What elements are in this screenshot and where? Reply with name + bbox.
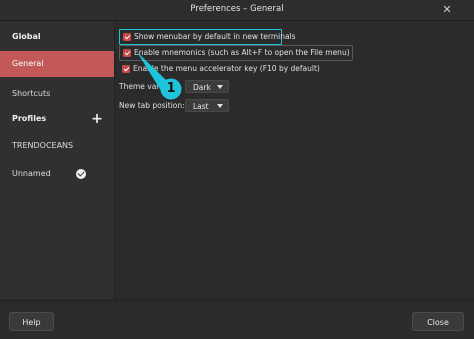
sidebar-item-profile-trendoceans[interactable]: TRENDOCEANS (0, 133, 114, 159)
show-menubar-option[interactable]: Show menubar by default in new terminals (119, 29, 296, 45)
profile-trendoceans-label: TRENDOCEANS (12, 141, 74, 150)
new-tab-position-label: New tab position: (119, 101, 185, 110)
sidebar-item-general[interactable]: General (0, 51, 114, 77)
general-settings-panel: Show menubar by default in new terminals… (115, 21, 474, 299)
sidebar-section-profiles: Profiles + (0, 106, 114, 132)
show-menubar-label: Show menubar by default in new terminals (134, 32, 296, 41)
chevron-down-icon (217, 85, 223, 89)
sidebar-section-global: Global (12, 32, 41, 41)
enable-mnemonics-label: Enable mnemonics (such as Alt+F to open … (134, 48, 350, 57)
window-close-icon[interactable]: ✕ (440, 3, 454, 17)
sidebar-item-profile-unnamed[interactable]: Unnamed (0, 161, 114, 187)
default-profile-check-icon (76, 169, 86, 179)
close-button[interactable]: Close (412, 312, 464, 331)
theme-variant-select[interactable]: Dark (185, 80, 229, 93)
profile-unnamed-label: Unnamed (12, 169, 51, 178)
callout-number: 1 (166, 81, 176, 96)
new-tab-position-select[interactable]: Last (185, 99, 229, 112)
enable-mnemonics-option[interactable]: Enable mnemonics (such as Alt+F to open … (119, 45, 353, 61)
chevron-down-icon (217, 104, 223, 108)
sidebar-item-shortcuts-label: Shortcuts (12, 89, 51, 98)
sidebar-item-shortcuts[interactable]: Shortcuts (0, 81, 114, 107)
theme-variant-value: Dark (193, 83, 211, 92)
show-menubar-checkbox[interactable] (123, 33, 131, 41)
new-tab-position-value: Last (193, 102, 209, 111)
sidebar-section-profiles-label: Profiles (12, 114, 47, 123)
sidebar: Global General Shortcuts Profiles + TREN… (0, 21, 115, 299)
sidebar-item-general-label: General (12, 59, 44, 68)
enable-accelerator-checkbox[interactable] (122, 65, 130, 73)
help-button[interactable]: Help (9, 312, 54, 331)
title-bar: Preferences – General ✕ (0, 0, 474, 21)
enable-accelerator-option[interactable]: Enable the menu accelerator key (F10 by … (119, 62, 320, 76)
dialog-footer: Help Close (0, 300, 474, 339)
window-title: Preferences – General (190, 4, 284, 14)
enable-accelerator-label: Enable the menu accelerator key (F10 by … (133, 64, 320, 73)
add-profile-icon[interactable]: + (90, 106, 104, 132)
enable-mnemonics-checkbox[interactable] (123, 49, 131, 57)
